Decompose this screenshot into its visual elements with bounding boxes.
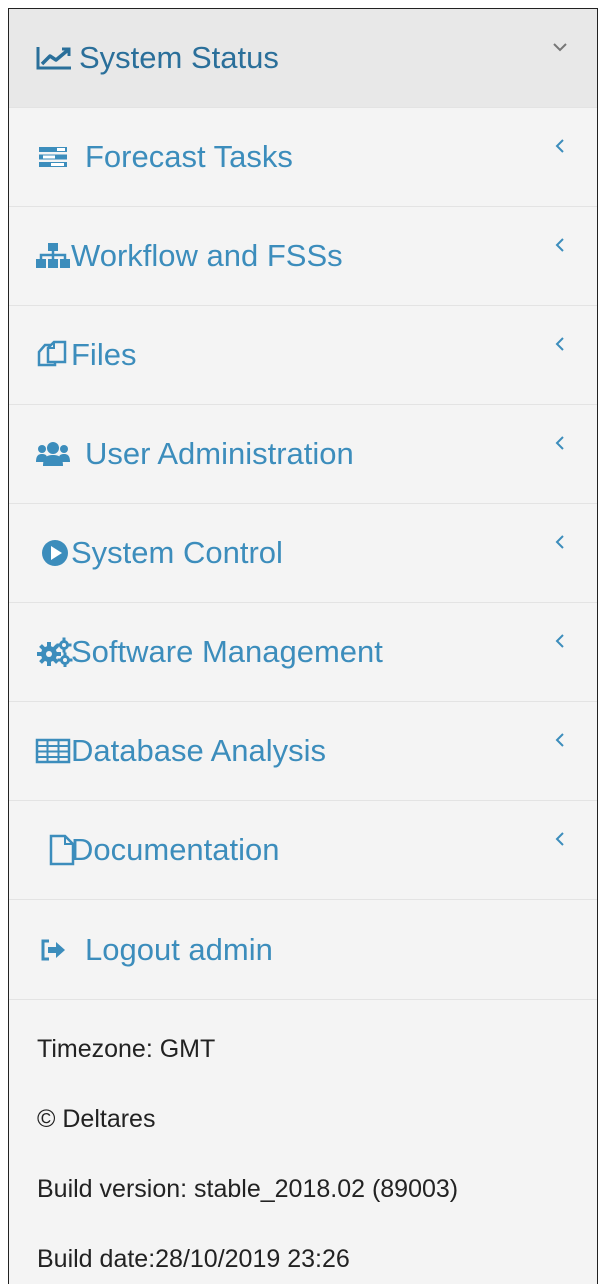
menu-item-forecast-tasks[interactable]: Forecast Tasks xyxy=(9,108,597,207)
menu-item-system-status[interactable]: System Status xyxy=(9,9,597,108)
tasks-icon xyxy=(35,141,79,173)
chevron-left-icon xyxy=(551,629,569,653)
build-version-text: Build version: stable_2018.02 (89003) xyxy=(37,1175,459,1203)
menu-item-label: Files xyxy=(71,337,137,372)
users-icon xyxy=(35,438,79,470)
menu-item-label: Forecast Tasks xyxy=(85,139,293,174)
sidebar-panel: System Status Forecast Tasks Workflow an… xyxy=(8,8,598,1284)
menu-item-label: Logout admin xyxy=(85,931,273,967)
menu-item-label: Database Analysis xyxy=(71,733,327,768)
menu-item-label: Documentation xyxy=(71,832,280,867)
menu-item-logout[interactable]: Logout admin xyxy=(9,900,597,1000)
chevron-down-icon xyxy=(551,35,569,59)
menu-item-workflow-fss[interactable]: Workflow and FSSs xyxy=(9,207,597,306)
menu-item-user-administration[interactable]: User Administration xyxy=(9,405,597,504)
menu-item-label: Software Management xyxy=(71,634,383,669)
chevron-left-icon xyxy=(551,728,569,752)
copyright-text: © Deltares xyxy=(37,1105,156,1133)
menu-item-software-management[interactable]: Software Management xyxy=(9,603,597,702)
build-date-text: Build date:28/10/2019 23:26 xyxy=(37,1245,350,1273)
menu-item-label: System Status xyxy=(79,40,279,75)
sidebar-menu: System Status Forecast Tasks Workflow an… xyxy=(9,9,597,1000)
chevron-left-icon xyxy=(551,134,569,158)
menu-item-system-control[interactable]: System Control xyxy=(9,504,597,603)
chevron-left-icon xyxy=(551,431,569,455)
chevron-left-icon xyxy=(551,233,569,257)
timezone-text: Timezone: GMT xyxy=(37,1035,216,1063)
menu-item-label: Workflow and FSSs xyxy=(71,238,343,273)
menu-item-database-analysis[interactable]: Database Analysis xyxy=(9,702,597,801)
sign-out-icon xyxy=(35,934,79,966)
menu-item-files[interactable]: Files xyxy=(9,306,597,405)
menu-item-label: User Administration xyxy=(85,436,354,471)
chart-line-icon xyxy=(35,42,79,74)
chevron-left-icon xyxy=(551,530,569,554)
sidebar-footer: Timezone: GMT © Deltares Build version: … xyxy=(9,1000,597,1284)
chevron-left-icon xyxy=(551,332,569,356)
menu-item-documentation[interactable]: Documentation xyxy=(9,801,597,900)
chevron-left-icon xyxy=(551,827,569,851)
menu-item-label: System Control xyxy=(71,535,283,570)
